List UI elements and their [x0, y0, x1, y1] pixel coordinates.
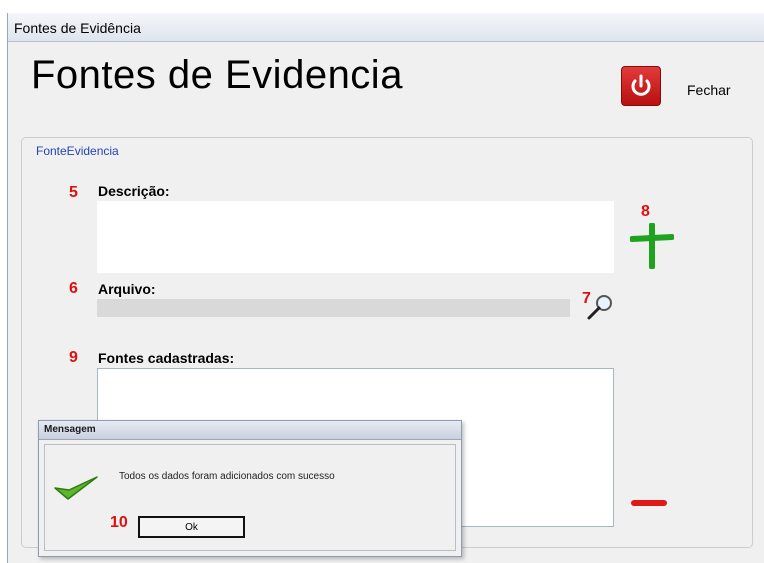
dialog-body — [44, 444, 456, 551]
check-icon — [54, 476, 98, 500]
description-label: Descrição: — [98, 183, 170, 199]
ok-button[interactable]: Ok — [138, 516, 245, 538]
close-label[interactable]: Fechar — [687, 82, 731, 98]
message-dialog: Mensagem Todos os dados foram adicionado… — [38, 420, 462, 557]
power-icon — [631, 74, 651, 96]
annotation-9: 9 — [69, 349, 78, 366]
registered-sources-label: Fontes cadastradas: — [98, 350, 235, 366]
window-titlebar: Fontes de Evidência — [8, 13, 764, 42]
annotation-8: 8 — [641, 203, 650, 220]
annotation-10: 10 — [110, 514, 128, 531]
file-input[interactable] — [97, 299, 570, 317]
dialog-message: Todos os dados foram adicionados com suc… — [119, 471, 335, 482]
description-input[interactable] — [97, 201, 614, 273]
file-label: Arquivo: — [98, 281, 156, 297]
annotation-6: 6 — [69, 280, 78, 297]
page-title: Fontes de Evidencia — [31, 53, 403, 97]
annotation-5: 5 — [69, 184, 78, 201]
close-button[interactable] — [621, 66, 661, 106]
add-plus-icon[interactable] — [630, 223, 674, 269]
magnifier-icon[interactable] — [585, 292, 615, 322]
window-title: Fontes de Evidência — [14, 20, 141, 36]
dialog-title: Mensagem — [44, 424, 96, 435]
remove-minus-icon[interactable] — [631, 500, 667, 506]
group-legend: FonteEvidencia — [33, 144, 122, 158]
dialog-titlebar: Mensagem — [39, 421, 461, 440]
